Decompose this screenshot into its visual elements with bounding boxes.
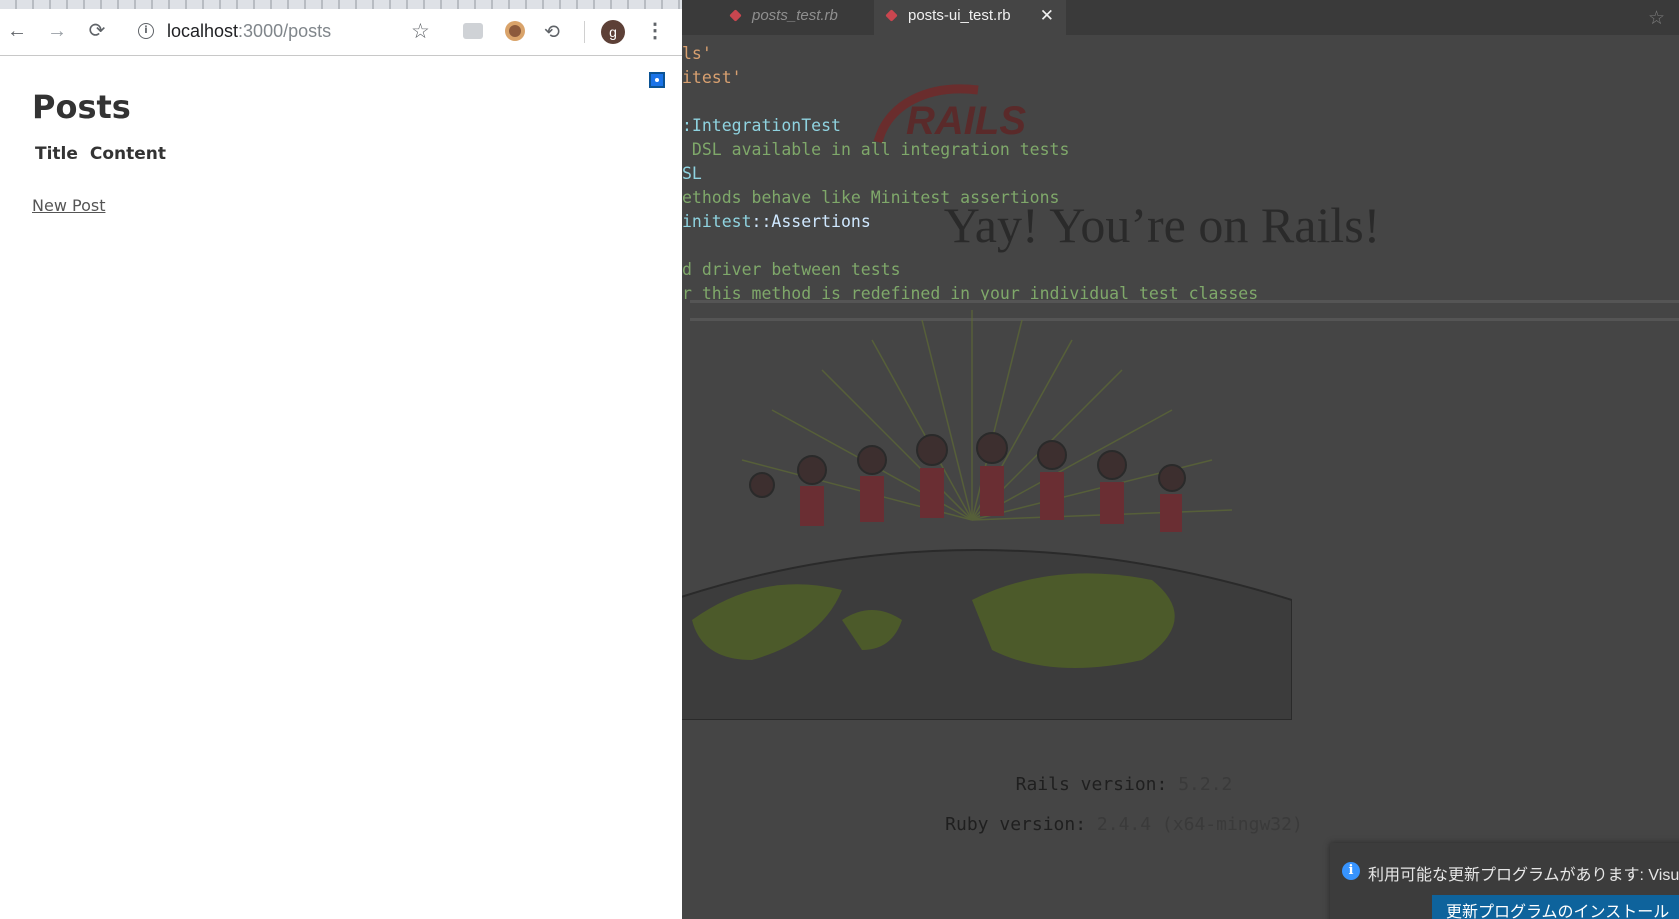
url-host: localhost [167,21,239,41]
code-line: ls' [682,44,712,63]
browser-menu-icon[interactable]: ⋮ [645,18,665,43]
page-title: Posts [32,88,131,126]
tab-posts-ui-test[interactable]: posts-ui_test.rb ✕ [874,0,1066,35]
info-icon: i [1342,862,1360,880]
code-line: DSL available in all integration tests [682,140,1070,159]
ruby-file-icon [729,9,742,22]
extension-icon[interactable] [463,23,483,39]
rails-logo-text: RAILS [906,99,1026,143]
tab-posts-test[interactable]: posts_test.rb [718,0,868,35]
ruby-file-icon [885,9,898,22]
new-post-link[interactable]: New Post [32,196,105,215]
code-line: SL [682,164,702,183]
rails-world-illustration [682,310,1292,720]
back-arrow-icon[interactable]: ← [4,18,30,44]
toolbar-divider [584,21,585,43]
extension-avatar-icon[interactable] [505,21,525,41]
tab-label: posts-ui_test.rb [908,7,1011,24]
update-notification: i 利用可能な更新プログラムがあります: Visu 更新プログラムのインストール [1330,843,1679,919]
rails-logo: RAILS [873,84,1026,144]
rails-version-value: 5.2.2 [1178,774,1233,795]
code-line: :IntegrationTest [682,116,841,135]
rails-version-line: Rails version: 5.2.2 [682,774,1566,795]
bookmark-star-icon[interactable]: ☆ [411,19,430,44]
reload-icon[interactable]: ⟳ [84,18,110,44]
posts-table-header: Title Content [35,144,166,164]
site-info-icon[interactable]: i [138,23,154,39]
url-path: :3000/posts [238,21,332,41]
editor-tab-bar: posts_test.rb posts-ui_test.rb ✕ ☆ [682,0,1679,35]
notification-message: 利用可能な更新プログラムがあります: Visu [1368,867,1679,884]
page-extension-icon[interactable] [649,72,665,88]
install-update-button[interactable]: 更新プログラムのインストール [1432,895,1679,919]
tab-strip [0,0,682,9]
sync-extension-icon[interactable]: ⟲ [544,21,560,44]
ruby-version-value: 2.4.4 (x64-mingw32) [1096,814,1303,835]
code-editor[interactable]: posts_test.rb posts-ui_test.rb ✕ ☆ RAILS… [682,0,1679,919]
column-header-content: Content [89,144,166,164]
browser-toolbar: ← → ⟳ i localhost:3000/posts ☆ ⟲ g ⋮ [0,9,682,56]
tab-label: posts_test.rb [752,7,838,24]
browser-window: ← → ⟳ i localhost:3000/posts ☆ ⟲ g ⋮ Pos… [0,0,682,919]
ruby-version-line: Ruby version: 2.4.4 (x64-mingw32) [682,814,1566,835]
profile-avatar[interactable]: g [601,20,625,44]
code-line: d driver between tests [682,260,901,279]
star-icon[interactable]: ☆ [1648,7,1665,30]
forward-arrow-icon[interactable]: → [44,18,70,44]
code-line: ethods behave like Minitest assertions [682,188,1060,207]
column-header-title: Title [35,144,78,164]
address-bar[interactable]: localhost:3000/posts [167,21,331,42]
close-tab-icon[interactable]: ✕ [1040,0,1054,32]
rails-version-label: Rails version: [1015,774,1168,795]
ruby-version-label: Ruby version: [945,814,1087,835]
web-page: Posts Title Content New Post [0,56,682,919]
code-line: initest::Assertions [682,212,871,231]
code-line: itest' [682,68,742,87]
